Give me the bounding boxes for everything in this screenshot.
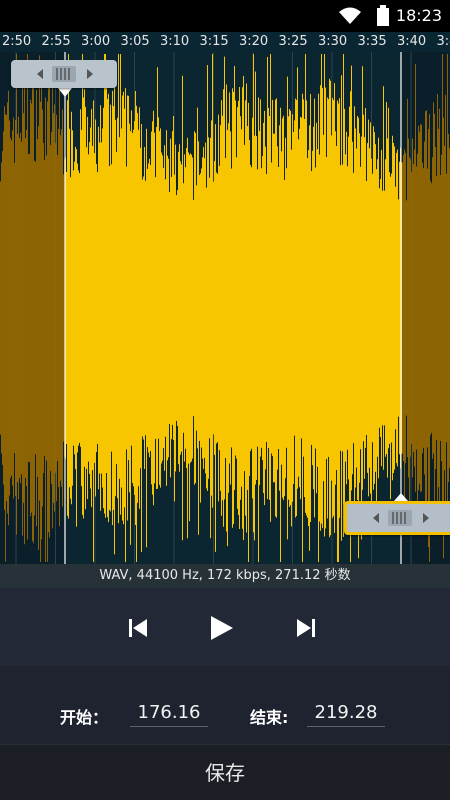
timeline-tick-label: 2:50 bbox=[2, 34, 32, 49]
end-marker-handle[interactable] bbox=[344, 501, 450, 535]
timeline-tick-label: 3:00 bbox=[81, 34, 111, 49]
save-button[interactable]: 保存 bbox=[0, 744, 450, 800]
audio-info: WAV, 44100 Hz, 172 kbps, 271.12 秒数 bbox=[0, 564, 450, 588]
timeline-tick-label: 3:20 bbox=[239, 34, 269, 49]
start-time-field[interactable]: 176.16 bbox=[130, 696, 208, 727]
battery-icon bbox=[377, 5, 389, 26]
timeline-ruler: 2:50 2:55 3:00 3:05 3:10 3:15 3:20 3:25 3:30 3:35… bbox=[0, 32, 450, 52]
timeline-tick-label: 3:40 bbox=[397, 34, 427, 49]
waveform-view[interactable] bbox=[0, 52, 450, 564]
timeline-tick-label: 3:05 bbox=[120, 34, 150, 49]
start-label: 开始： bbox=[60, 708, 109, 727]
arrow-left-icon bbox=[373, 513, 379, 523]
start-marker-handle[interactable] bbox=[11, 60, 117, 88]
arrow-left-icon bbox=[37, 69, 43, 79]
skip-next-icon[interactable] bbox=[288, 610, 324, 646]
timeline-tick-label: 3:30 bbox=[318, 34, 348, 49]
skip-previous-icon[interactable] bbox=[120, 610, 156, 646]
timeline-tick-label: 3:10 bbox=[160, 34, 190, 49]
playback-controls bbox=[0, 588, 450, 667]
grip-icon bbox=[52, 66, 76, 82]
status-time: 18:23 bbox=[395, 6, 442, 25]
timeline-tick-label: 3:35 bbox=[357, 34, 387, 49]
waveform[interactable] bbox=[0, 52, 450, 564]
wifi-icon bbox=[339, 7, 361, 24]
grip-icon bbox=[388, 510, 412, 526]
timeline-tick-label: 3:15 bbox=[199, 34, 229, 49]
status-bar: 18:23 bbox=[0, 0, 450, 32]
arrow-right-icon bbox=[423, 513, 429, 523]
timeline-tick-label: 2:55 bbox=[41, 34, 71, 49]
play-icon[interactable] bbox=[203, 610, 239, 646]
trim-settings: 开始： 176.16 结束: 219.28 bbox=[0, 666, 450, 744]
timeline-tick-label: 3:25 bbox=[278, 34, 308, 49]
end-time-field[interactable]: 219.28 bbox=[307, 696, 385, 727]
arrow-right-icon bbox=[87, 69, 93, 79]
timeline-tick-label: 3:4 bbox=[436, 34, 450, 49]
end-label: 结束: bbox=[250, 708, 289, 727]
audio-editor-screen: 18:23 2:50 2:55 3:00 3:05 3:10 3:15 3:20 3:25 3:… bbox=[0, 0, 450, 800]
